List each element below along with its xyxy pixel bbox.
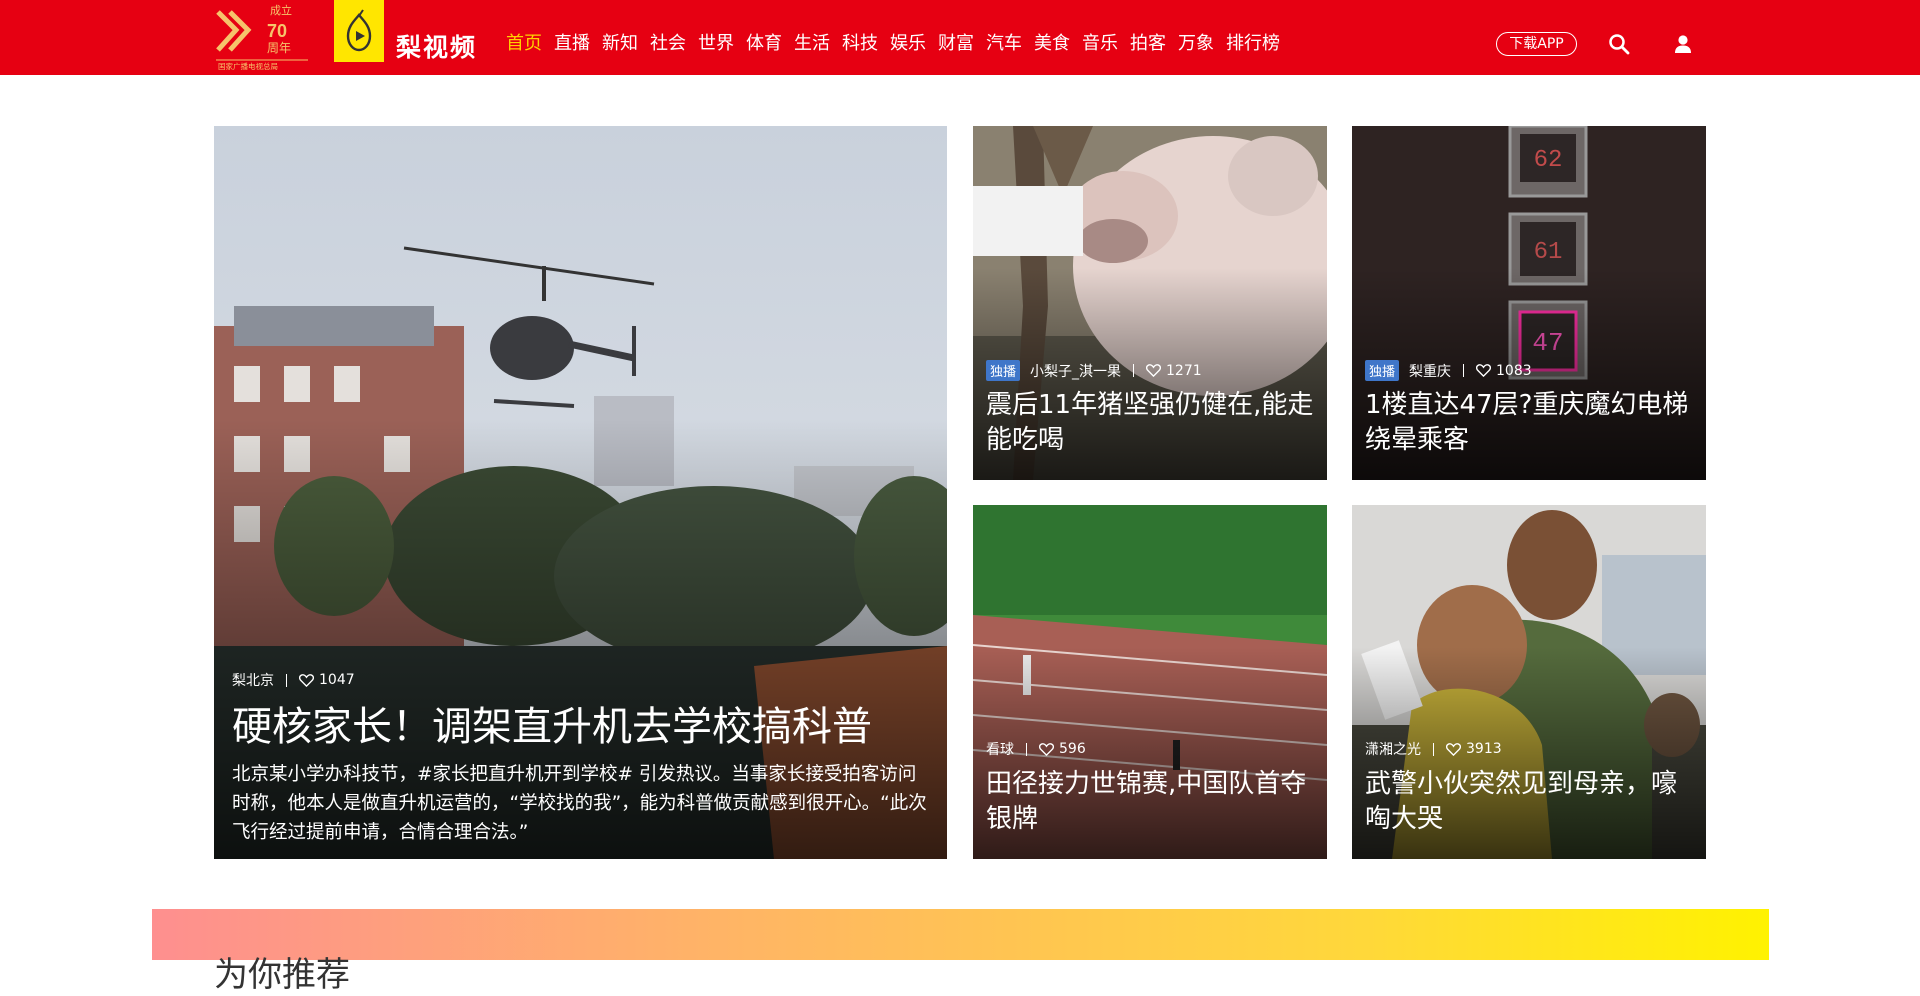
heart-icon	[299, 673, 314, 687]
heart-icon	[1446, 742, 1461, 756]
svg-text:国家广播电视总局: 国家广播电视总局	[218, 61, 278, 71]
nav-item[interactable]: 体育	[746, 29, 782, 55]
nav-item[interactable]: 生活	[794, 29, 830, 55]
source-label[interactable]: 看球	[986, 739, 1014, 759]
nav-item[interactable]: 直播	[554, 29, 590, 55]
nav-item[interactable]: 音乐	[1082, 29, 1118, 55]
user-icon[interactable]	[1672, 33, 1694, 55]
nav-item[interactable]: 万象	[1178, 29, 1214, 55]
main-nav: 首页 直播 新知 社会 世界 体育 生活 科技 娱乐 财富 汽车 美食 音乐 拍客 万象 排行榜	[506, 29, 1292, 55]
card-meta: 独播 小梨子_淇一果 1271	[986, 360, 1202, 381]
search-icon[interactable]	[1608, 33, 1630, 55]
source-label[interactable]: 梨北京	[232, 670, 274, 690]
svg-text:70: 70	[267, 21, 287, 41]
nav-item[interactable]: 拍客	[1130, 29, 1166, 55]
source-label[interactable]: 梨重庆	[1409, 361, 1451, 381]
featured-meta: 梨北京 1047	[232, 670, 355, 690]
recommend-title: 为你推荐	[214, 955, 350, 995]
card-meta: 看球 596	[986, 739, 1086, 759]
top-header: 成立 70 周年 国家广播电视总局 梨视频 首页 直播 新知 社会 世界 体育 生活 科技 娱乐…	[0, 0, 1920, 75]
featured-description: 北京某小学办科技节，#家长把直升机开到学校# 引发热议。当事家长接受拍客访问时称…	[232, 764, 927, 843]
svg-text:62: 62	[1534, 147, 1563, 174]
download-app-button[interactable]: 下载APP	[1496, 32, 1577, 56]
nav-item[interactable]: 财富	[938, 29, 974, 55]
featured-title[interactable]: 硬核家长！调架直升机去学校搞科普	[232, 694, 872, 752]
video-card[interactable]: 独播 小梨子_淇一果 1271 震后11年猪坚强仍健在,能走能吃喝	[973, 126, 1327, 480]
like-count: 3913	[1466, 741, 1502, 757]
brand-name[interactable]: 梨视频	[396, 28, 477, 64]
nav-item[interactable]: 科技	[842, 29, 878, 55]
exclusive-badge: 独播	[986, 360, 1021, 381]
recommend-section: 为你推荐	[152, 909, 1769, 995]
nav-item[interactable]: 汽车	[986, 29, 1022, 55]
svg-text:61: 61	[1534, 239, 1563, 266]
heart-icon	[1146, 364, 1162, 377]
heart-icon	[1476, 364, 1492, 377]
nav-item[interactable]: 娱乐	[890, 29, 926, 55]
exclusive-badge: 独播	[1365, 360, 1400, 381]
nav-item[interactable]: 首页	[506, 29, 542, 55]
video-card[interactable]: 潇湘之光 3913 武警小伙突然见到母亲，嚎啕大哭	[1352, 505, 1706, 859]
meta-divider	[1026, 742, 1027, 756]
meta-divider	[286, 673, 287, 687]
like-count: 596	[1059, 741, 1086, 757]
source-label[interactable]: 小梨子_淇一果	[1030, 361, 1121, 381]
card-title[interactable]: 1楼直达47层?重庆魔幻电梯绕晕乘客	[1365, 388, 1695, 458]
svg-text:周年: 周年	[267, 41, 291, 55]
heart-icon	[1039, 742, 1054, 756]
card-title[interactable]: 武警小伙突然见到母亲，嚎啕大哭	[1365, 767, 1695, 837]
video-card[interactable]: 看球 596 田径接力世锦赛,中国队首夺银牌	[973, 505, 1327, 859]
video-card[interactable]: 62 61 47 独播 梨重庆 1083 1楼直达47层?重庆魔幻电梯绕晕乘客	[1352, 126, 1706, 480]
card-title[interactable]: 田径接力世锦赛,中国队首夺银牌	[986, 767, 1316, 837]
pear-icon	[346, 9, 372, 52]
card-meta: 独播 梨重庆 1083	[1365, 360, 1532, 381]
anniversary-logo[interactable]: 成立 70 周年 国家广播电视总局	[214, 0, 320, 72]
nav-item[interactable]: 美食	[1034, 29, 1070, 55]
like-count: 1271	[1166, 362, 1202, 379]
meta-divider	[1433, 742, 1434, 756]
card-title[interactable]: 震后11年猪坚强仍健在,能走能吃喝	[986, 388, 1316, 458]
meta-divider	[1463, 364, 1465, 377]
pear-video-logo[interactable]	[334, 0, 384, 62]
nav-item[interactable]: 新知	[602, 29, 638, 55]
featured-video-card[interactable]: 梨北京 1047 硬核家长！调架直升机去学校搞科普 北京某小学办科技节，#家长把…	[214, 126, 947, 859]
card-meta: 潇湘之光 3913	[1365, 739, 1502, 759]
source-label[interactable]: 潇湘之光	[1365, 739, 1421, 759]
like-count: 1047	[319, 672, 355, 688]
nav-item[interactable]: 排行榜	[1226, 29, 1280, 55]
nav-item[interactable]: 社会	[650, 29, 686, 55]
nav-item[interactable]: 世界	[698, 29, 734, 55]
like-count: 1083	[1496, 362, 1532, 379]
svg-text:成立: 成立	[270, 3, 292, 17]
meta-divider	[1133, 364, 1135, 377]
